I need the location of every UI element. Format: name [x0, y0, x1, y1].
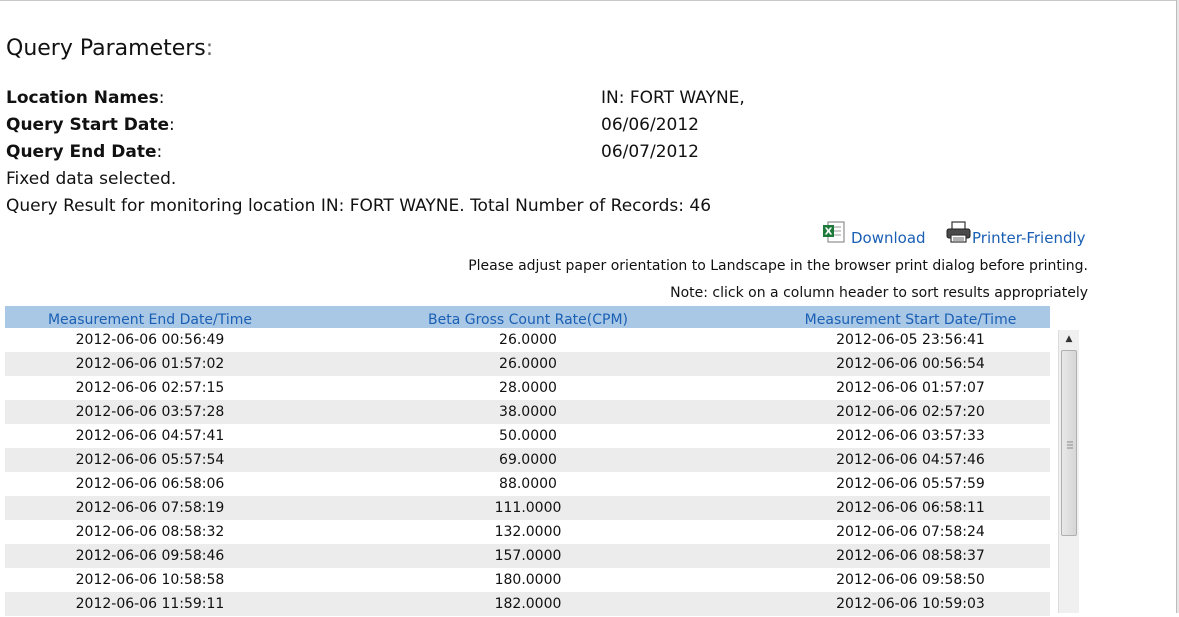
cell-start-time: 2012-06-06 07:58:24: [836, 524, 985, 540]
cell-start-time: 2012-06-06 03:57:33: [836, 428, 985, 444]
cell-end-time: 2012-06-06 00:56:49: [75, 332, 225, 348]
scroll-up-arrow-icon[interactable]: ▲: [1059, 330, 1079, 348]
table-scrollbar[interactable]: ▲: [1058, 330, 1079, 613]
cell-start-time: 2012-06-05 23:56:41: [836, 332, 985, 348]
cell-count-rate: 26.0000: [499, 356, 557, 372]
column-header-end-time[interactable]: Measurement End Date/Time: [5, 306, 295, 328]
table-row: 2012-06-06 10:58:58 180.0000 2012-06-06 …: [5, 568, 1050, 592]
printer-friendly-link[interactable]: Printer-Friendly: [972, 229, 1086, 247]
table-row: 2012-06-06 11:59:11 182.0000 2012-06-06 …: [5, 592, 1050, 616]
page-title: Query Parameters:: [6, 36, 213, 61]
page-title-text: Query Parameters: [6, 36, 206, 61]
cell-start-time: 2012-06-06 05:57:59: [836, 476, 985, 492]
cell-count-rate: 111.0000: [494, 500, 562, 516]
cell-start-time: 2012-06-06 08:58:37: [836, 548, 985, 564]
param-label-start-date: Query Start Date:: [6, 115, 175, 135]
param-label-end-date: Query End Date:: [6, 142, 163, 162]
grip-icon: [1066, 440, 1073, 450]
cell-count-rate: 50.0000: [499, 428, 557, 444]
cell-count-rate: 38.0000: [499, 404, 557, 420]
param-label-location: Location Names:: [6, 88, 165, 108]
cell-start-time: 2012-06-06 06:58:11: [836, 500, 985, 516]
fixed-data-text: Fixed data selected.: [6, 169, 177, 189]
table-row: 2012-06-06 08:58:32 132.0000 2012-06-06 …: [5, 520, 1050, 544]
param-value-end-date: 06/07/2012: [601, 142, 699, 162]
cell-start-time: 2012-06-06 00:56:54: [836, 356, 985, 372]
cell-start-time: 2012-06-06 09:58:50: [836, 572, 985, 588]
column-header-start-time[interactable]: Measurement Start Date/Time: [771, 306, 1050, 328]
table-row: 2012-06-06 07:58:19 111.0000 2012-06-06 …: [5, 496, 1050, 520]
param-label-text: Query End Date: [6, 142, 157, 162]
cell-count-rate: 182.0000: [494, 596, 562, 612]
cell-end-time: 2012-06-06 05:57:54: [75, 452, 225, 468]
cell-end-time: 2012-06-06 02:57:15: [75, 380, 225, 396]
cell-end-time: 2012-06-06 07:58:19: [75, 500, 225, 516]
cell-end-time: 2012-06-06 08:58:32: [75, 524, 225, 540]
results-table: Measurement End Date/Time Beta Gross Cou…: [5, 306, 1050, 616]
printer-icon[interactable]: [945, 220, 973, 248]
param-value-start-date: 06/06/2012: [601, 115, 699, 135]
top-border: [0, 0, 1179, 5]
excel-icon[interactable]: X: [822, 220, 848, 248]
table-row: 2012-06-06 04:57:41 50.0000 2012-06-06 0…: [5, 424, 1050, 448]
column-header-count-rate[interactable]: Beta Gross Count Rate(CPM): [295, 306, 761, 328]
table-row: 2012-06-06 00:56:49 26.0000 2012-06-05 2…: [5, 328, 1050, 352]
param-label-text: Location Names: [6, 88, 159, 108]
cell-count-rate: 180.0000: [494, 572, 562, 588]
cell-count-rate: 26.0000: [499, 332, 557, 348]
cell-count-rate: 132.0000: [494, 524, 562, 540]
cell-start-time: 2012-06-06 04:57:46: [836, 452, 985, 468]
table-header: Measurement End Date/Time Beta Gross Cou…: [5, 306, 1050, 328]
cell-count-rate: 157.0000: [494, 548, 562, 564]
cell-end-time: 2012-06-06 01:57:02: [75, 356, 225, 372]
param-value-location: IN: FORT WAYNE,: [601, 88, 745, 108]
query-result-text: Query Result for monitoring location IN:…: [6, 196, 712, 216]
cell-end-time: 2012-06-06 10:58:58: [75, 572, 225, 588]
cell-end-time: 2012-06-06 04:57:41: [75, 428, 225, 444]
param-label-text: Query Start Date: [6, 115, 169, 135]
cell-end-time: 2012-06-06 09:58:46: [75, 548, 225, 564]
download-link[interactable]: Download: [851, 229, 926, 247]
table-row: 2012-06-06 06:58:06 88.0000 2012-06-06 0…: [5, 472, 1050, 496]
cell-end-time: 2012-06-06 06:58:06: [75, 476, 225, 492]
print-orientation-note: Please adjust paper orientation to Lands…: [468, 258, 1088, 274]
cell-count-rate: 28.0000: [499, 380, 557, 396]
table-row: 2012-06-06 02:57:15 28.0000 2012-06-06 0…: [5, 376, 1050, 400]
cell-end-time: 2012-06-06 03:57:28: [75, 404, 225, 420]
page-title-colon: :: [205, 36, 214, 61]
svg-text:X: X: [825, 227, 833, 238]
cell-end-time: 2012-06-06 11:59:11: [75, 596, 225, 612]
cell-count-rate: 88.0000: [499, 476, 557, 492]
table-row: 2012-06-06 05:57:54 69.0000 2012-06-06 0…: [5, 448, 1050, 472]
cell-count-rate: 69.0000: [499, 452, 557, 468]
cell-start-time: 2012-06-06 10:59:03: [836, 596, 985, 612]
table-row: 2012-06-06 09:58:46 157.0000 2012-06-06 …: [5, 544, 1050, 568]
cell-start-time: 2012-06-06 02:57:20: [836, 404, 985, 420]
table-body: 2012-06-06 00:56:49 26.0000 2012-06-05 2…: [5, 328, 1050, 616]
table-row: 2012-06-06 01:57:02 26.0000 2012-06-06 0…: [5, 352, 1050, 376]
sort-note: Note: click on a column header to sort r…: [670, 285, 1088, 301]
scrollbar-thumb[interactable]: [1061, 350, 1077, 536]
cell-start-time: 2012-06-06 01:57:07: [836, 380, 985, 396]
table-row: 2012-06-06 03:57:28 38.0000 2012-06-06 0…: [5, 400, 1050, 424]
